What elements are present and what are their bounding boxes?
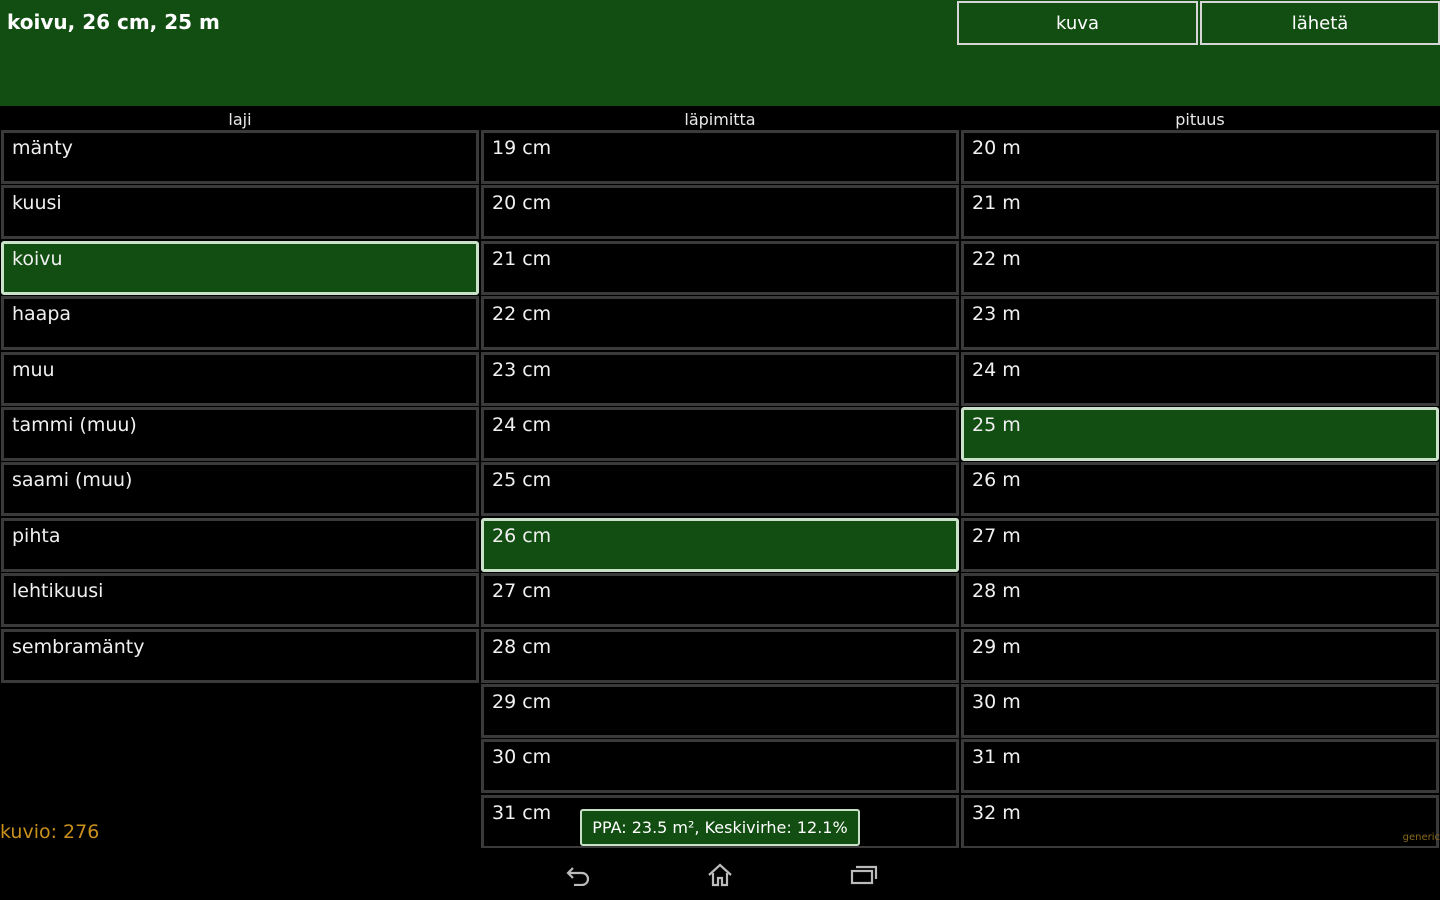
lapimitta-column-header: läpimitta [684,109,756,129]
kuvio-label: kuvio: 276 [0,821,100,843]
lapimitta-item[interactable]: 27 cm [481,573,959,628]
back-icon[interactable] [560,860,596,890]
laheta-button[interactable]: lähetä [1200,1,1440,45]
pituus-item[interactable]: 27 m [961,517,1439,572]
pituus-list[interactable]: 20 m 21 m 22 m 23 m 24 m 25 m 26 m 27 m 28 m 29 m… [961,130,1439,848]
pituus-item[interactable]: 29 m [961,628,1439,683]
laji-item[interactable]: muu [1,351,479,406]
pituus-item[interactable]: 24 m [961,351,1439,406]
laji-column-header: laji [228,109,252,129]
home-icon[interactable] [702,860,738,890]
pituus-item[interactable]: 25 m [961,407,1439,461]
generic-label: generic [1402,832,1440,843]
pituus-item[interactable]: 32 m [961,794,1439,848]
laji-item[interactable]: lehtikuusi [1,573,479,628]
selection-summary-title: koivu, 26 cm, 25 m [7,10,220,34]
lapimitta-item[interactable]: 20 cm [481,185,959,240]
lapimitta-item[interactable]: 19 cm [481,130,959,184]
pituus-item[interactable]: 21 m [961,185,1439,240]
pituus-item[interactable]: 28 m [961,573,1439,628]
lapimitta-list[interactable]: 19 cm 20 cm 21 cm 22 cm 23 cm 24 cm 25 cm 26 cm… [481,130,959,848]
recent-apps-icon[interactable] [846,860,882,890]
pituus-item[interactable]: 31 m [961,739,1439,794]
app-header: koivu, 26 cm, 25 m kuva lähetä [0,0,1440,106]
lapimitta-item[interactable]: 25 cm [481,462,959,517]
lapimitta-item[interactable]: 21 cm [481,240,959,295]
pituus-item[interactable]: 20 m [961,130,1439,184]
ppa-status-badge: PPA: 23.5 m², Keskivirhe: 12.1% [580,809,860,846]
laji-item[interactable]: koivu [1,240,479,295]
lapimitta-item[interactable]: 24 cm [481,407,959,461]
system-nav-bar [0,848,1440,900]
laji-item[interactable]: tammi (muu) [1,407,479,461]
laji-item[interactable]: haapa [1,296,479,351]
pituus-item[interactable]: 30 m [961,684,1439,738]
laji-item[interactable]: kuusi [1,185,479,240]
laji-item[interactable]: mänty [1,130,479,184]
pituus-item[interactable]: 23 m [961,296,1439,351]
pituus-column-header: pituus [1175,109,1225,129]
lapimitta-item[interactable]: 22 cm [481,296,959,351]
pituus-item[interactable]: 22 m [961,240,1439,295]
laji-item[interactable]: pihta [1,517,479,572]
laji-item[interactable]: sembramänty [1,628,479,683]
laji-list[interactable]: mänty kuusi koivu haapa muu tammi (muu) saami … [1,130,479,848]
lapimitta-item[interactable]: 30 cm [481,739,959,794]
lapimitta-item[interactable]: 28 cm [481,628,959,683]
lapimitta-item[interactable]: 29 cm [481,684,959,738]
laji-item[interactable]: saami (muu) [1,462,479,517]
kuva-button[interactable]: kuva [957,1,1198,45]
lapimitta-item[interactable]: 23 cm [481,351,959,406]
lapimitta-item[interactable]: 26 cm [481,517,959,572]
pituus-item[interactable]: 26 m [961,462,1439,517]
